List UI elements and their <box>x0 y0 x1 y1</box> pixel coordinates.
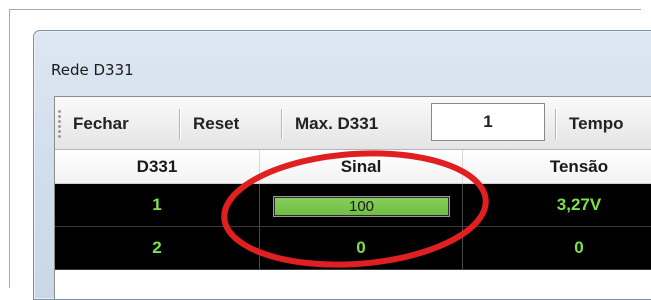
time-label[interactable]: Tempo <box>569 113 623 135</box>
max-d331-label: Max. D331 <box>295 114 379 133</box>
close-button[interactable]: Fechar <box>73 113 129 135</box>
window-title: Rede D331 <box>51 61 134 79</box>
column-header-d331[interactable]: D331 <box>55 150 260 183</box>
toolbar-separator <box>179 109 180 139</box>
window-client-area: Fechar Reset Max. D331 Tempo D331 Sinal … <box>54 96 651 299</box>
table-row[interactable]: 1 100 3,27V <box>55 184 651 227</box>
signal-value: 0 <box>356 238 366 257</box>
signal-progress-bar: 100 <box>273 196 450 217</box>
cell-d331-id: 1 <box>55 184 260 226</box>
toolbar-grip[interactable] <box>58 109 61 139</box>
grid-header: D331 Sinal Tensão <box>55 150 651 184</box>
cell-signal: 100 <box>260 184 463 226</box>
cell-voltage: 3,27V <box>556 195 602 214</box>
column-header-signal[interactable]: Sinal <box>260 150 463 183</box>
toolbar: Fechar Reset Max. D331 Tempo <box>55 97 651 150</box>
cell-voltage: 0 <box>574 238 584 257</box>
max-d331-input[interactable] <box>431 103 545 141</box>
window: Rede D331 Fechar Reset Max. D331 Tempo D… <box>33 30 651 300</box>
column-header-voltage[interactable]: Tensão <box>463 150 651 183</box>
toolbar-separator <box>281 109 282 139</box>
signal-value: 100 <box>348 198 375 215</box>
cell-d331-id: 2 <box>55 227 260 269</box>
cell-signal: 0 <box>260 227 463 269</box>
data-grid: D331 Sinal Tensão 1 100 3,27V 2 0 0 <box>55 150 651 299</box>
reset-button[interactable]: Reset <box>193 113 239 135</box>
table-row[interactable]: 2 0 0 <box>55 227 651 270</box>
toolbar-separator <box>555 109 556 139</box>
